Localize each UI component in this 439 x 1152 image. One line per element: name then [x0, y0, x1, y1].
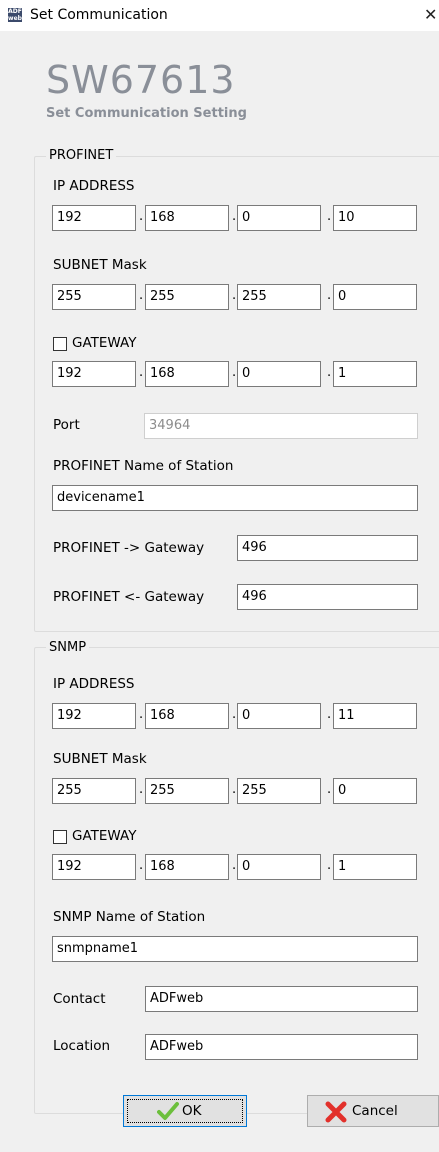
- close-icon[interactable]: ✕: [424, 5, 437, 24]
- snmp-ip-octet-2[interactable]: 168: [145, 703, 229, 729]
- profinet-to-gateway-label: PROFINET -> Gateway: [53, 540, 205, 556]
- cancel-button[interactable]: Cancel: [307, 1095, 439, 1127]
- profinet-subnet-octet-3[interactable]: 255: [237, 284, 321, 310]
- ok-button[interactable]: OK: [123, 1095, 247, 1127]
- profinet-gateway-checkbox[interactable]: [53, 337, 67, 351]
- snmp-ip-octet-4[interactable]: 11: [333, 703, 417, 729]
- profinet-station-name-label: PROFINET Name of Station: [53, 458, 234, 474]
- snmp-gateway-checkbox[interactable]: [53, 830, 67, 844]
- snmp-gateway-octet-4[interactable]: 1: [333, 854, 417, 880]
- ip-separator: .: [327, 707, 332, 722]
- snmp-subnet-label: SUBNET Mask: [53, 751, 147, 767]
- profinet-ip-octet-4[interactable]: 10: [333, 205, 417, 231]
- subnet-separator: .: [327, 782, 332, 797]
- product-title: SW67613: [46, 58, 236, 102]
- gateway-separator: .: [232, 365, 237, 380]
- profinet-station-name-input[interactable]: devicename1: [52, 485, 418, 511]
- snmp-subnet-octet-3[interactable]: 255: [237, 778, 321, 804]
- subnet-separator: .: [327, 288, 332, 303]
- profinet-ip-label: IP ADDRESS: [53, 178, 135, 194]
- snmp-subnet-octet-1[interactable]: 255: [52, 778, 136, 804]
- snmp-ip-octet-1[interactable]: 192: [52, 703, 136, 729]
- subnet-separator: .: [232, 288, 237, 303]
- snmp-gateway-label[interactable]: GATEWAY: [72, 828, 136, 844]
- app-icon: ADF web: [8, 8, 22, 22]
- gateway-separator: .: [327, 365, 332, 380]
- snmp-contact-label: Contact: [53, 991, 106, 1007]
- snmp-gateway-octet-3[interactable]: 0: [237, 854, 321, 880]
- profinet-gateway-octet-4[interactable]: 1: [333, 361, 417, 387]
- subnet-separator: .: [139, 288, 144, 303]
- snmp-gateway-octet-1[interactable]: 192: [52, 854, 136, 880]
- snmp-legend: SNMP: [46, 640, 90, 655]
- ip-separator: .: [327, 209, 332, 224]
- gateway-separator: .: [232, 858, 237, 873]
- profinet-port-field: 34964: [144, 413, 418, 439]
- ip-separator: .: [232, 707, 237, 722]
- snmp-ip-label: IP ADDRESS: [53, 676, 135, 692]
- profinet-gateway-label[interactable]: GATEWAY: [72, 335, 136, 351]
- profinet-ip-octet-1[interactable]: 192: [52, 205, 136, 231]
- title-bar: ADF web Set Communication ✕: [0, 0, 439, 31]
- ip-separator: .: [139, 707, 144, 722]
- profinet-gateway-octet-1[interactable]: 192: [52, 361, 136, 387]
- snmp-location-input[interactable]: ADFweb: [145, 1034, 418, 1060]
- profinet-subnet-octet-4[interactable]: 0: [333, 284, 417, 310]
- profinet-from-gateway-label: PROFINET <- Gateway: [53, 589, 205, 605]
- profinet-subnet-octet-2[interactable]: 255: [145, 284, 229, 310]
- snmp-ip-octet-3[interactable]: 0: [237, 703, 321, 729]
- profinet-ip-octet-3[interactable]: 0: [237, 205, 321, 231]
- ip-separator: .: [232, 209, 237, 224]
- profinet-legend: PROFINET: [46, 148, 117, 163]
- cancel-label: Cancel: [352, 1103, 398, 1119]
- snmp-subnet-octet-2[interactable]: 255: [145, 778, 229, 804]
- profinet-gateway-octet-2[interactable]: 168: [145, 361, 229, 387]
- profinet-from-gateway-input[interactable]: 496: [237, 584, 418, 610]
- subnet-separator: .: [232, 782, 237, 797]
- snmp-gateway-octet-2[interactable]: 168: [145, 854, 229, 880]
- snmp-station-name-label: SNMP Name of Station: [53, 909, 206, 925]
- profinet-port-label: Port: [53, 417, 80, 433]
- subnet-separator: .: [139, 782, 144, 797]
- snmp-location-label: Location: [53, 1038, 111, 1054]
- gateway-separator: .: [139, 858, 144, 873]
- profinet-gateway-octet-3[interactable]: 0: [237, 361, 321, 387]
- window-title: Set Communication: [30, 7, 168, 23]
- gateway-separator: .: [327, 858, 332, 873]
- ok-label: OK: [182, 1103, 202, 1119]
- cancel-x-icon: [325, 1101, 347, 1123]
- profinet-subnet-octet-1[interactable]: 255: [52, 284, 136, 310]
- profinet-to-gateway-input[interactable]: 496: [237, 535, 418, 561]
- product-subtitle: Set Communication Setting: [46, 106, 247, 121]
- profinet-ip-octet-2[interactable]: 168: [145, 205, 229, 231]
- snmp-contact-input[interactable]: ADFweb: [145, 986, 418, 1012]
- snmp-subnet-octet-4[interactable]: 0: [333, 778, 417, 804]
- gateway-separator: .: [139, 365, 144, 380]
- ip-separator: .: [139, 209, 144, 224]
- snmp-station-name-input[interactable]: snmpname1: [52, 936, 418, 962]
- profinet-subnet-label: SUBNET Mask: [53, 257, 147, 273]
- check-icon: [157, 1102, 179, 1120]
